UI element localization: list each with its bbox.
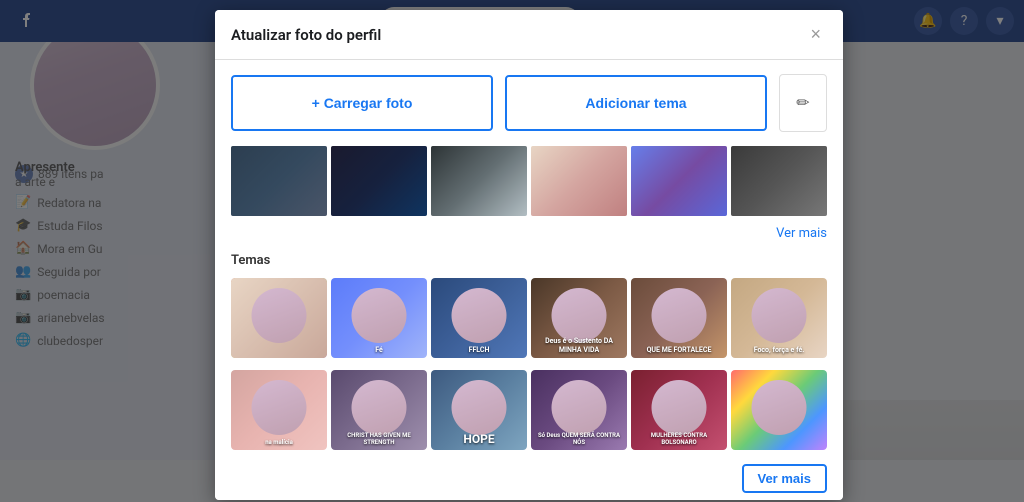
temas-section-label: Temas — [215, 247, 843, 274]
theme-item-6[interactable]: Foco, força e fé. — [731, 278, 827, 358]
themes-grid-row2: na malícia CHRIST HAS GIVEN ME STRENGTH … — [215, 366, 843, 458]
photo-thumb-6[interactable] — [731, 146, 827, 216]
face-circle-1 — [252, 288, 307, 343]
theme-overlay-9: HOPE — [433, 432, 525, 446]
theme-overlay-11: MULHERES CONTRA BOLSONARO — [633, 432, 725, 446]
face-circle-12 — [752, 380, 807, 435]
face-circle-6 — [752, 288, 807, 343]
modal-title: Atualizar foto do perfil — [231, 26, 381, 44]
face-circle-4 — [552, 288, 607, 343]
edit-button[interactable]: ✏ — [779, 74, 827, 132]
modal-close-button[interactable]: × — [804, 22, 827, 47]
themes-grid-row1: Fé FFLCH Deus é o Sustento DA MINHA VIDA — [215, 274, 843, 366]
theme-overlay-3: FFLCH — [433, 346, 525, 354]
theme-overlay-2: Fé — [333, 346, 425, 354]
upload-photo-button[interactable]: + Carregar foto — [231, 75, 493, 131]
theme-item-9[interactable]: HOPE — [431, 370, 527, 450]
face-circle-7 — [252, 380, 307, 435]
theme-item-5[interactable]: QUE ME FORTALECE — [631, 278, 727, 358]
theme-item-2[interactable]: Fé — [331, 278, 427, 358]
theme-item-8[interactable]: CHRIST HAS GIVEN ME STRENGTH — [331, 370, 427, 450]
face-circle-9 — [452, 380, 507, 435]
face-circle-8 — [352, 380, 407, 435]
photo-thumb-5[interactable] — [631, 146, 727, 216]
photo-thumb-2[interactable] — [331, 146, 427, 216]
face-circle-5 — [652, 288, 707, 343]
ver-mais-link-1[interactable]: Ver mais — [776, 226, 827, 241]
modal-header: Atualizar foto do perfil × — [215, 10, 843, 60]
update-profile-photo-modal: Atualizar foto do perfil × + Carregar fo… — [215, 10, 843, 500]
face-circle-3 — [452, 288, 507, 343]
photo-thumb-3[interactable] — [431, 146, 527, 216]
theme-item-10[interactable]: Só Deus QUEM SERÁ CONTRA NÓS — [531, 370, 627, 450]
theme-item-1[interactable] — [231, 278, 327, 358]
bottom-ver-mais-container: Ver mais — [215, 458, 843, 500]
theme-overlay-4: Deus é o Sustento DA MINHA VIDA — [533, 337, 625, 354]
theme-item-11[interactable]: MULHERES CONTRA BOLSONARO — [631, 370, 727, 450]
theme-face-1 — [231, 278, 327, 358]
theme-overlay-5: QUE ME FORTALECE — [633, 346, 725, 354]
theme-item-4[interactable]: Deus é o Sustento DA MINHA VIDA — [531, 278, 627, 358]
theme-item-12[interactable] — [731, 370, 827, 450]
add-theme-button[interactable]: Adicionar tema — [505, 75, 767, 131]
theme-overlay-10: Só Deus QUEM SERÁ CONTRA NÓS — [533, 432, 625, 446]
ver-mais-container-1: Ver mais — [215, 224, 843, 247]
face-circle-11 — [652, 380, 707, 435]
theme-face-12 — [731, 370, 827, 450]
photo-thumb-1[interactable] — [231, 146, 327, 216]
theme-item-3[interactable]: FFLCH — [431, 278, 527, 358]
modal-content-scroll[interactable]: + Carregar foto Adicionar tema ✏ Ver mai… — [215, 60, 843, 500]
theme-overlay-7: na malícia — [233, 439, 325, 446]
edit-pencil-icon: ✏ — [796, 93, 809, 113]
theme-overlay-8: CHRIST HAS GIVEN ME STRENGTH — [333, 432, 425, 446]
theme-item-7[interactable]: na malícia — [231, 370, 327, 450]
action-buttons-row: + Carregar foto Adicionar tema ✏ — [215, 60, 843, 142]
photos-row — [215, 142, 843, 224]
theme-overlay-6: Foco, força e fé. — [733, 346, 825, 354]
face-circle-10 — [552, 380, 607, 435]
photo-thumb-4[interactable] — [531, 146, 627, 216]
bottom-ver-mais-button[interactable]: Ver mais — [742, 464, 828, 493]
face-circle-2 — [352, 288, 407, 343]
